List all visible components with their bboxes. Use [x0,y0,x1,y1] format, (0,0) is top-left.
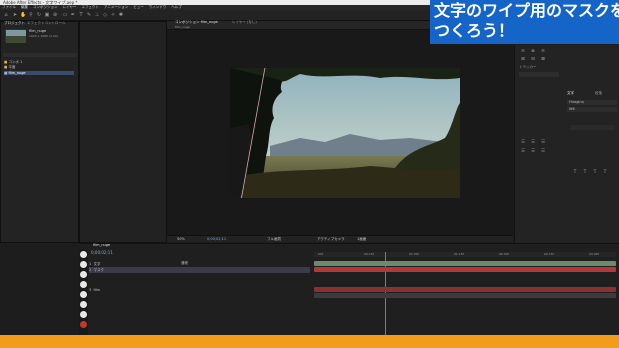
ruler-tick: 02:15f [544,252,554,256]
distribute-icon[interactable]: ⊠ [539,57,547,63]
caption-line-1: 文字のワイプ用のマスクを [434,1,619,20]
right-panel: ≡ ≣ ≡ ⊞ ⊟ ⊠ トラッカー 文字 段落 Hiragino W6 ☰ ☰ … [514,45,619,243]
tab-character[interactable]: 文字 [567,91,574,96]
project-thumbnail [5,29,26,43]
quality-select[interactable]: フル画質 [267,236,281,242]
stamp-icon[interactable]: ⊥ [94,12,100,18]
composition-canvas[interactable] [230,68,460,198]
rotate-icon[interactable]: ↻ [36,12,42,18]
color-swatch-field[interactable] [570,125,615,130]
pan-icon[interactable]: ⊕ [52,12,58,18]
tracker-field[interactable] [519,72,559,77]
ruler-tick: 03:00f [589,252,599,256]
font-style-select[interactable]: W6 [567,107,617,112]
tab-layer[interactable]: レイヤー (なし) [232,20,257,25]
tab-tracker[interactable]: トラッカー [519,65,537,70]
circle-icon[interactable] [80,251,87,258]
zoom-icon[interactable]: ⚲ [28,12,34,18]
text-style-icon[interactable]: T [601,170,609,176]
timeline-tool-column [79,249,88,335]
roto-icon[interactable]: ✧ [110,12,116,18]
text-style-icon[interactable]: T [571,170,579,176]
rect-icon[interactable]: ▭ [62,12,68,18]
mask-path[interactable] [230,68,460,198]
align-icon[interactable]: ☰ [519,140,527,146]
project-panel: プロジェクト エフェクトコントロール film_nuge 1920 x 1080… [0,21,79,243]
circle-icon[interactable] [80,261,87,268]
distribute-icon[interactable]: ⊟ [529,57,537,63]
camera-icon[interactable]: ▣ [44,12,50,18]
project-row[interactable]: ■ 平面 [4,65,74,69]
eraser-icon[interactable]: ◇ [102,12,108,18]
align-right-icon[interactable]: ≡ [539,49,547,55]
zoom-select[interactable]: 50% [177,236,185,242]
circle-icon[interactable] [80,281,87,288]
align-icon[interactable]: ☰ [539,140,547,146]
align-icon[interactable]: ☰ [529,140,537,146]
distribute-icon[interactable]: ⊞ [519,57,527,63]
time-ruler[interactable]: 00f 00:15f 01:00f 01:15f 02:00f 02:15f 0… [314,252,616,257]
align-icon[interactable]: ☰ [529,149,537,155]
project-item-name: film_nuge [29,29,47,33]
timeline-panel: film_nuge 0;00;02;11 00f 00:15f 01:00f 0… [79,243,619,336]
layer-track-text[interactable] [314,261,616,266]
layer-track-sub[interactable] [314,293,616,298]
circle-icon[interactable] [80,311,87,318]
circle-icon[interactable] [80,301,87,308]
align-icon[interactable]: ☰ [539,149,547,155]
ruler-tick: 01:15f [454,252,464,256]
text-style-icon[interactable]: T [581,170,589,176]
text-icon[interactable]: T [78,12,84,18]
project-row-selected[interactable]: ■ film_nuge [4,71,74,75]
home-icon[interactable]: ⌂ [3,12,9,18]
tab-effect-controls[interactable]: エフェクトコントロール [27,21,66,26]
ruler-tick: 00:15f [364,252,374,256]
record-icon[interactable] [80,321,87,328]
align-icon[interactable]: ☰ [519,149,527,155]
tab-project[interactable]: プロジェクト [4,21,25,26]
tab-paragraph[interactable]: 段落 [595,91,602,96]
hand-icon[interactable]: ✋ [20,12,26,18]
timeline-timecode[interactable]: 0;00;02;11 [91,250,113,255]
view-layout-select[interactable]: 1画面 [357,236,366,242]
project-search-input[interactable] [3,53,77,57]
caption-overlay: 文字のワイプ用のマスクを つくろう！ [430,0,619,44]
text-style-icon[interactable]: T [591,170,599,176]
circle-icon[interactable] [80,291,87,298]
ruler-tick: 00f [318,252,323,256]
layer-track-mask[interactable] [314,267,616,272]
align-center-icon[interactable]: ≣ [529,49,537,55]
viewer-controls: 50% 0;00;02;11 フル画質 アクティブカメラ 1画面 [167,235,513,242]
align-left-icon[interactable]: ≡ [519,49,527,55]
brush-icon[interactable]: ✎ [86,12,92,18]
layer-row[interactable]: 3 film [89,287,310,293]
ruler-tick: 02:00f [499,252,509,256]
pen-icon[interactable]: ✒ [70,12,76,18]
footage-panel [79,21,167,243]
project-row[interactable]: ■ コンポ 1 [4,60,74,64]
puppet-icon[interactable]: ✱ [118,12,124,18]
bottom-banner [0,335,619,348]
font-family-select[interactable]: Hiragino [567,100,617,105]
circle-icon[interactable] [80,271,87,278]
camera-select[interactable]: アクティブカメラ [317,236,345,242]
blend-mode-select[interactable]: 通常 [181,261,188,266]
layer-row-selected[interactable]: 2 マスク [89,267,310,273]
tab-timeline[interactable]: film_nuge [93,243,110,248]
layer-track-film[interactable] [314,287,616,292]
project-item-info: 1920 x 1080 (1.00) [29,34,58,38]
caption-line-2: つくろう！ [434,21,515,40]
viewer-timecode[interactable]: 0;00;02;11 [207,236,226,242]
selection-icon[interactable]: ➤ [12,12,18,18]
ruler-tick: 01:00f [409,252,419,256]
